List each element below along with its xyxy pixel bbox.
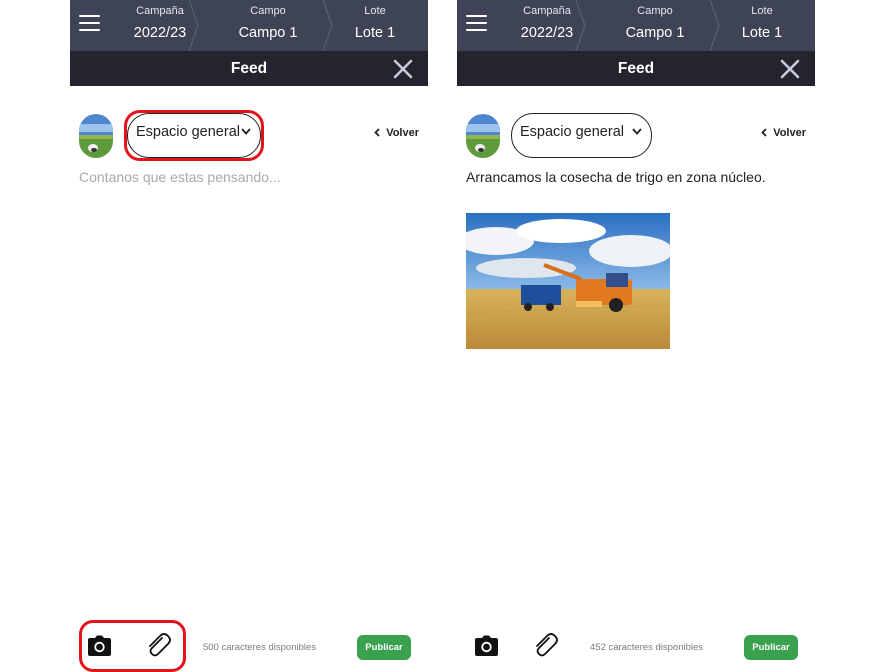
publish-button[interactable]: Publicar bbox=[744, 635, 798, 660]
breadcrumb-separator bbox=[188, 0, 199, 51]
space-selector-label: Espacio general bbox=[520, 124, 624, 140]
chevron-left-icon bbox=[374, 128, 380, 137]
breadcrumb-campaign[interactable]: Campaña 2022/23 bbox=[122, 0, 198, 51]
avatar bbox=[79, 114, 113, 158]
breadcrumb-label: Lote bbox=[751, 5, 773, 17]
close-icon[interactable] bbox=[779, 58, 801, 80]
publish-button[interactable]: Publicar bbox=[357, 635, 411, 660]
breadcrumb-lot[interactable]: Lote Lote 1 bbox=[338, 0, 412, 51]
camera-icon[interactable] bbox=[474, 635, 499, 657]
chevron-down-icon bbox=[632, 128, 642, 135]
breadcrumb-separator bbox=[322, 0, 333, 51]
breadcrumb-label: Lote bbox=[364, 5, 386, 17]
breadcrumb-lot[interactable]: Lote Lote 1 bbox=[725, 0, 799, 51]
breadcrumb-separator bbox=[575, 0, 586, 51]
feed-screen-empty: Campaña 2022/23 Campo Campo 1 Lote Lote … bbox=[70, 0, 428, 672]
close-icon[interactable] bbox=[392, 58, 414, 80]
feed-header: Feed bbox=[70, 51, 428, 86]
breadcrumb-field[interactable]: Campo Campo 1 bbox=[222, 0, 314, 51]
space-selector[interactable]: Espacio general bbox=[127, 113, 261, 158]
breadcrumb-value: Lote 1 bbox=[354, 25, 396, 41]
back-link[interactable]: Volver bbox=[374, 127, 419, 139]
chevron-down-icon bbox=[241, 128, 251, 135]
page-title: Feed bbox=[230, 60, 268, 77]
attached-harvest-photo[interactable] bbox=[466, 213, 670, 349]
character-count: 452 caracteres disponibles bbox=[590, 642, 704, 653]
breadcrumb-label: Campo bbox=[637, 5, 673, 17]
space-selector[interactable]: Espacio general bbox=[511, 113, 652, 158]
composer-toolbar: 452 caracteres disponibles Publicar bbox=[457, 620, 815, 672]
feed-screen-filled: Campaña 2022/23 Campo Campo 1 Lote Lote … bbox=[457, 0, 815, 672]
page-title: Feed bbox=[617, 60, 655, 77]
breadcrumb-value: Campo 1 bbox=[238, 25, 298, 41]
paperclip-icon[interactable] bbox=[144, 632, 172, 660]
space-selector-label: Espacio general bbox=[136, 124, 240, 140]
paperclip-icon[interactable] bbox=[531, 632, 559, 660]
character-count: 500 caracteres disponibles bbox=[203, 642, 317, 653]
avatar bbox=[466, 114, 500, 158]
menu-icon[interactable] bbox=[466, 15, 487, 33]
breadcrumb-label: Campaña bbox=[136, 5, 184, 17]
feed-header: Feed bbox=[457, 51, 815, 86]
menu-icon[interactable] bbox=[79, 15, 100, 33]
breadcrumb-value: 2022/23 bbox=[520, 25, 574, 41]
breadcrumb-bar: Campaña 2022/23 Campo Campo 1 Lote Lote … bbox=[457, 0, 815, 51]
composer-toolbar: 500 caracteres disponibles Publicar bbox=[70, 620, 428, 672]
breadcrumb-label: Campaña bbox=[523, 5, 571, 17]
breadcrumb-value: 2022/23 bbox=[133, 25, 187, 41]
breadcrumb-field[interactable]: Campo Campo 1 bbox=[609, 0, 701, 51]
breadcrumb-bar: Campaña 2022/23 Campo Campo 1 Lote Lote … bbox=[70, 0, 428, 51]
breadcrumb-campaign[interactable]: Campaña 2022/23 bbox=[509, 0, 585, 51]
camera-icon[interactable] bbox=[87, 635, 112, 657]
breadcrumb-value: Lote 1 bbox=[741, 25, 783, 41]
breadcrumb-separator bbox=[709, 0, 720, 51]
post-text-input[interactable]: Arrancamos la cosecha de trigo en zona n… bbox=[466, 169, 766, 185]
breadcrumb-label: Campo bbox=[250, 5, 286, 17]
back-link-label: Volver bbox=[386, 127, 419, 139]
post-text-input[interactable]: Contanos que estas pensando... bbox=[79, 169, 281, 185]
breadcrumb-value: Campo 1 bbox=[625, 25, 685, 41]
back-link[interactable]: Volver bbox=[761, 127, 806, 139]
chevron-left-icon bbox=[761, 128, 767, 137]
back-link-label: Volver bbox=[773, 127, 806, 139]
